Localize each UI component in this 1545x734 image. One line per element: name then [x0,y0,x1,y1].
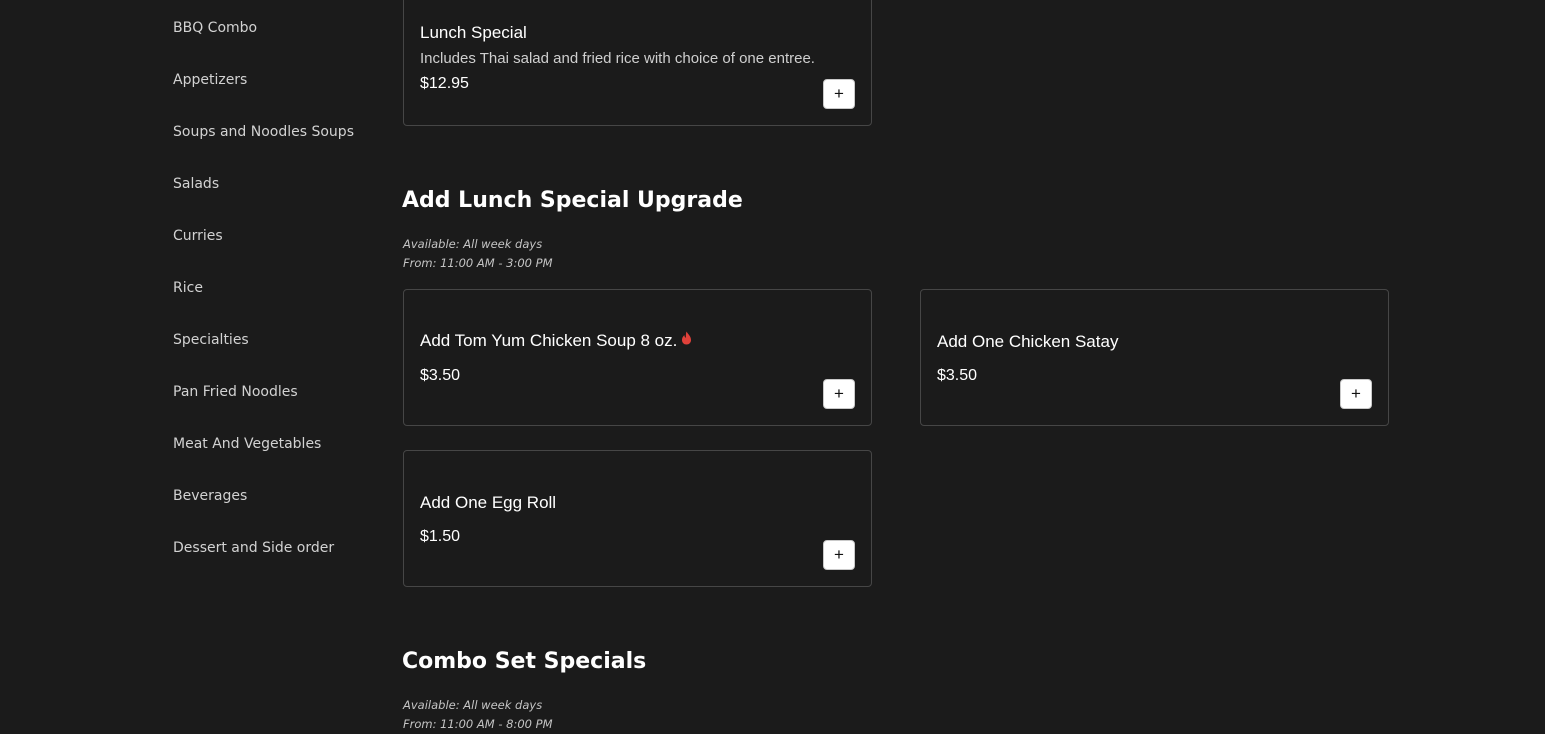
plus-icon: + [834,84,844,103]
sidebar-item-bbq-combo[interactable]: BBQ Combo [173,19,257,37]
menu-item-title-text: Add Tom Yum Chicken Soup 8 oz. [420,331,678,350]
section-title-upgrade: Add Lunch Special Upgrade [402,188,743,213]
sidebar-item-meat-and-vegetables[interactable]: Meat And Vegetables [173,435,321,453]
menu-item-title: Add One Chicken Satay [937,332,1119,351]
sidebar-item-salads[interactable]: Salads [173,175,219,193]
menu-item-price: $3.50 [937,367,978,384]
sidebar-item-dessert[interactable]: Dessert and Side order [173,539,334,557]
menu-item-price: $1.50 [420,528,461,545]
menu-item-price: $12.95 [420,75,469,92]
menu-item-title: Add One Egg Roll [420,493,557,512]
sidebar-item-rice[interactable]: Rice [173,279,203,297]
plus-icon: + [834,384,844,403]
section-availability: Available: All week days [403,698,543,712]
sidebar-item-specialties[interactable]: Specialties [173,331,249,349]
menu-item-card-egg-roll[interactable]: Add One Egg Roll $1.50 + [403,450,872,587]
menu-item-card-chicken-satay[interactable]: Add One Chicken Satay $3.50 + [920,289,1389,426]
add-to-cart-button[interactable]: + [823,540,855,570]
sidebar-item-soups[interactable]: Soups and Noodles Soups [173,123,354,141]
add-to-cart-button[interactable]: + [823,79,855,109]
flame-icon [681,330,692,350]
add-to-cart-button[interactable]: + [823,379,855,409]
sidebar-item-appetizers[interactable]: Appetizers [173,71,247,89]
menu-item-card-tom-yum[interactable]: Add Tom Yum Chicken Soup 8 oz. $3.50 + [403,289,872,426]
sidebar-item-curries[interactable]: Curries [173,227,223,245]
sidebar-item-beverages[interactable]: Beverages [173,487,247,505]
section-hours: From: 11:00 AM - 8:00 PM [403,717,553,731]
menu-item-price: $3.50 [420,367,461,384]
menu-item-description: Includes Thai salad and fried rice with … [420,50,815,67]
menu-item-title: Lunch Special [420,23,527,42]
add-to-cart-button[interactable]: + [1340,379,1372,409]
menu-item-title: Add Tom Yum Chicken Soup 8 oz. [420,331,692,351]
section-hours: From: 11:00 AM - 3:00 PM [403,256,553,270]
plus-icon: + [1351,384,1361,403]
section-title-combo: Combo Set Specials [402,649,647,674]
plus-icon: + [834,545,844,564]
sidebar-item-pan-fried-noodles[interactable]: Pan Fried Noodles [173,383,298,401]
section-availability: Available: All week days [403,237,543,251]
menu-item-card-lunch-special[interactable]: Lunch Special Includes Thai salad and fr… [403,0,872,126]
